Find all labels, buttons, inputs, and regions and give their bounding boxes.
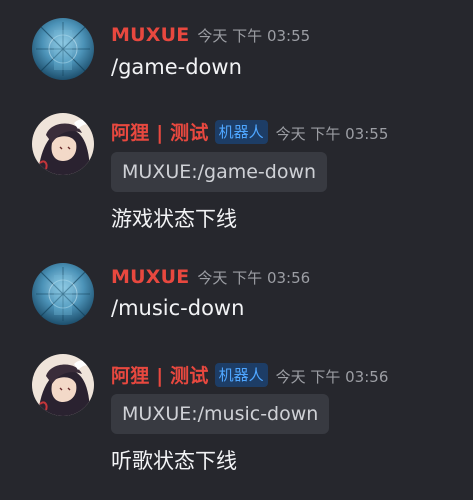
- message-timestamp: 今天 下午 03:55: [275, 125, 389, 143]
- author-name[interactable]: 阿狸 | 测试: [111, 361, 209, 388]
- author-name[interactable]: 阿狸 | 测试: [111, 118, 209, 145]
- bot-avatar[interactable]: [32, 113, 94, 175]
- author-name[interactable]: MUXUE: [111, 24, 189, 46]
- message-content: /game-down: [111, 55, 242, 79]
- message-timestamp: 今天 下午 03:56: [275, 368, 389, 386]
- message-timestamp: 今天 下午 03:56: [197, 269, 311, 287]
- message-header: MUXUE 今天 下午 03:55: [111, 24, 310, 48]
- reply-snippet: MUXUE:/music-down: [122, 403, 319, 425]
- reply-quote[interactable]: MUXUE:/music-down: [111, 394, 330, 434]
- bot-avatar[interactable]: [32, 354, 94, 416]
- reply-quote[interactable]: MUXUE:/game-down: [111, 152, 328, 192]
- user-avatar[interactable]: [32, 263, 94, 325]
- bot-badge: 机器人: [214, 363, 268, 387]
- bot-badge: 机器人: [214, 120, 268, 144]
- message-content: 听歌状态下线: [111, 449, 237, 473]
- message-header: 阿狸 | 测试 机器人 今天 下午 03:55: [111, 118, 389, 145]
- message-content: 游戏状态下线: [111, 207, 237, 231]
- user-avatar[interactable]: [32, 18, 94, 80]
- message-header: MUXUE 今天 下午 03:56: [111, 266, 310, 290]
- reply-snippet: MUXUE:/game-down: [122, 161, 317, 183]
- message-timestamp: 今天 下午 03:55: [197, 27, 311, 45]
- author-name[interactable]: MUXUE: [111, 266, 189, 288]
- message-content: /music-down: [111, 296, 245, 320]
- chat-log: MUXUE 今天 下午 03:55 /game-down 阿狸 | 测试 机器人…: [0, 0, 473, 500]
- message-header: 阿狸 | 测试 机器人 今天 下午 03:56: [111, 361, 389, 388]
